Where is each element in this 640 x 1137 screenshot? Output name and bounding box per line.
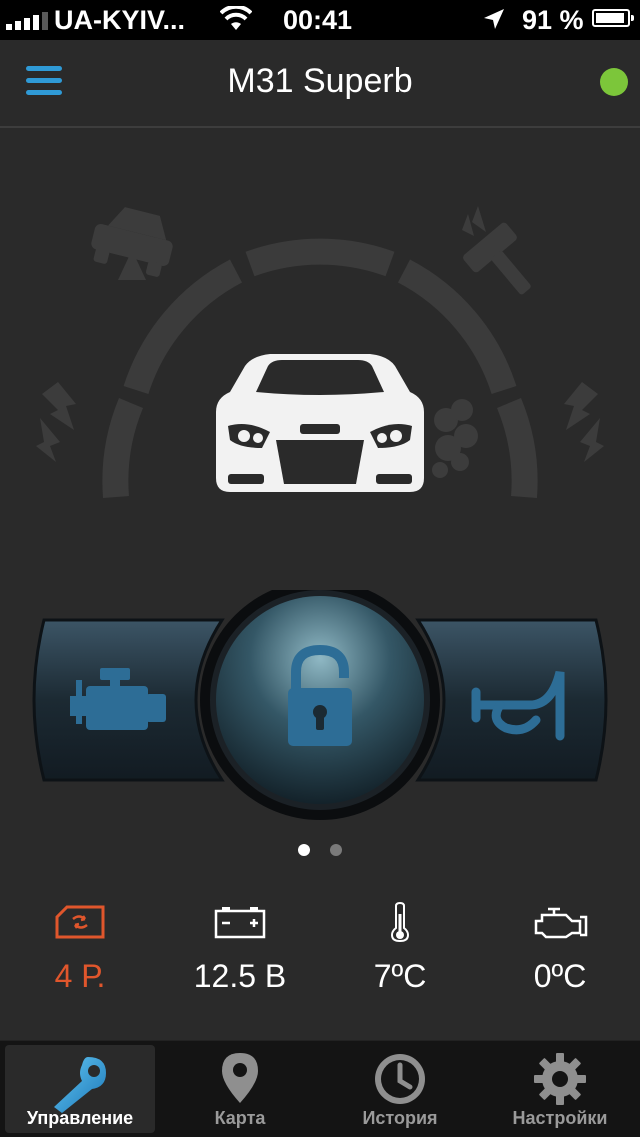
horn-button[interactable] <box>415 618 608 782</box>
status-time: 00:41 <box>283 5 353 35</box>
clock-icon <box>375 1054 425 1104</box>
tab-control[interactable]: Управление <box>5 1045 155 1133</box>
tab-history[interactable]: История <box>320 1041 480 1137</box>
control-panel <box>32 590 608 820</box>
tab-settings-label: Настройки <box>512 1108 608 1128</box>
temperature-value: 7ºC <box>373 958 427 994</box>
thermometer-icon <box>390 902 410 942</box>
tab-history-label: История <box>362 1108 438 1128</box>
battery-icon <box>592 9 634 27</box>
signal-icon <box>6 10 48 30</box>
car-battery-icon <box>214 907 266 939</box>
engine-temperature-sensor: 0ºC <box>480 900 640 995</box>
location-arrow-icon <box>484 9 504 29</box>
tilt-sensor-icon <box>91 207 173 280</box>
page-dot[interactable] <box>330 844 342 856</box>
page-dot-active[interactable] <box>298 844 310 856</box>
lock-button[interactable] <box>200 590 440 820</box>
wifi-icon <box>220 6 252 30</box>
engine-smoke-icon <box>432 399 478 478</box>
sim-card-icon <box>55 905 105 939</box>
tab-settings[interactable]: Настройки <box>480 1041 640 1137</box>
tab-control-label: Управление <box>26 1108 134 1128</box>
engine-start-button[interactable] <box>32 618 225 782</box>
nav-bar: M31 Superb <box>0 40 640 128</box>
engine-temperature-value: 0ºC <box>533 958 587 994</box>
tab-map[interactable]: Карта <box>160 1041 320 1137</box>
right-door-sensor-icon <box>564 382 604 462</box>
tab-bar: Управление Карта История Настройки <box>0 1040 640 1137</box>
connection-status-indicator <box>600 68 628 96</box>
map-pin-icon <box>222 1053 258 1103</box>
key-icon <box>54 1057 106 1113</box>
battery-sensor: 12.5 В <box>160 900 320 995</box>
battery-percent: 91 % <box>522 5 584 35</box>
page-indicator <box>0 844 640 858</box>
engine-outline-icon <box>534 907 588 939</box>
gsm-balance-sensor: 4 Р. <box>0 900 160 995</box>
battery-voltage-value: 12.5 В <box>193 958 287 994</box>
gear-icon <box>534 1053 586 1105</box>
car-status-gauge <box>36 206 604 499</box>
car-icon <box>216 354 424 492</box>
page-title: M31 Superb <box>227 62 413 100</box>
tab-map-label: Карта <box>214 1108 266 1128</box>
status-bar: UA-KYIV... 00:41 91 % <box>0 0 640 40</box>
left-door-sensor-icon <box>36 382 76 462</box>
temperature-sensor: 7ºC <box>320 900 480 995</box>
shock-sensor-icon <box>462 206 531 295</box>
carrier-name: UA-KYIV... <box>54 5 186 35</box>
gsm-balance-value: 4 Р. <box>54 958 106 994</box>
